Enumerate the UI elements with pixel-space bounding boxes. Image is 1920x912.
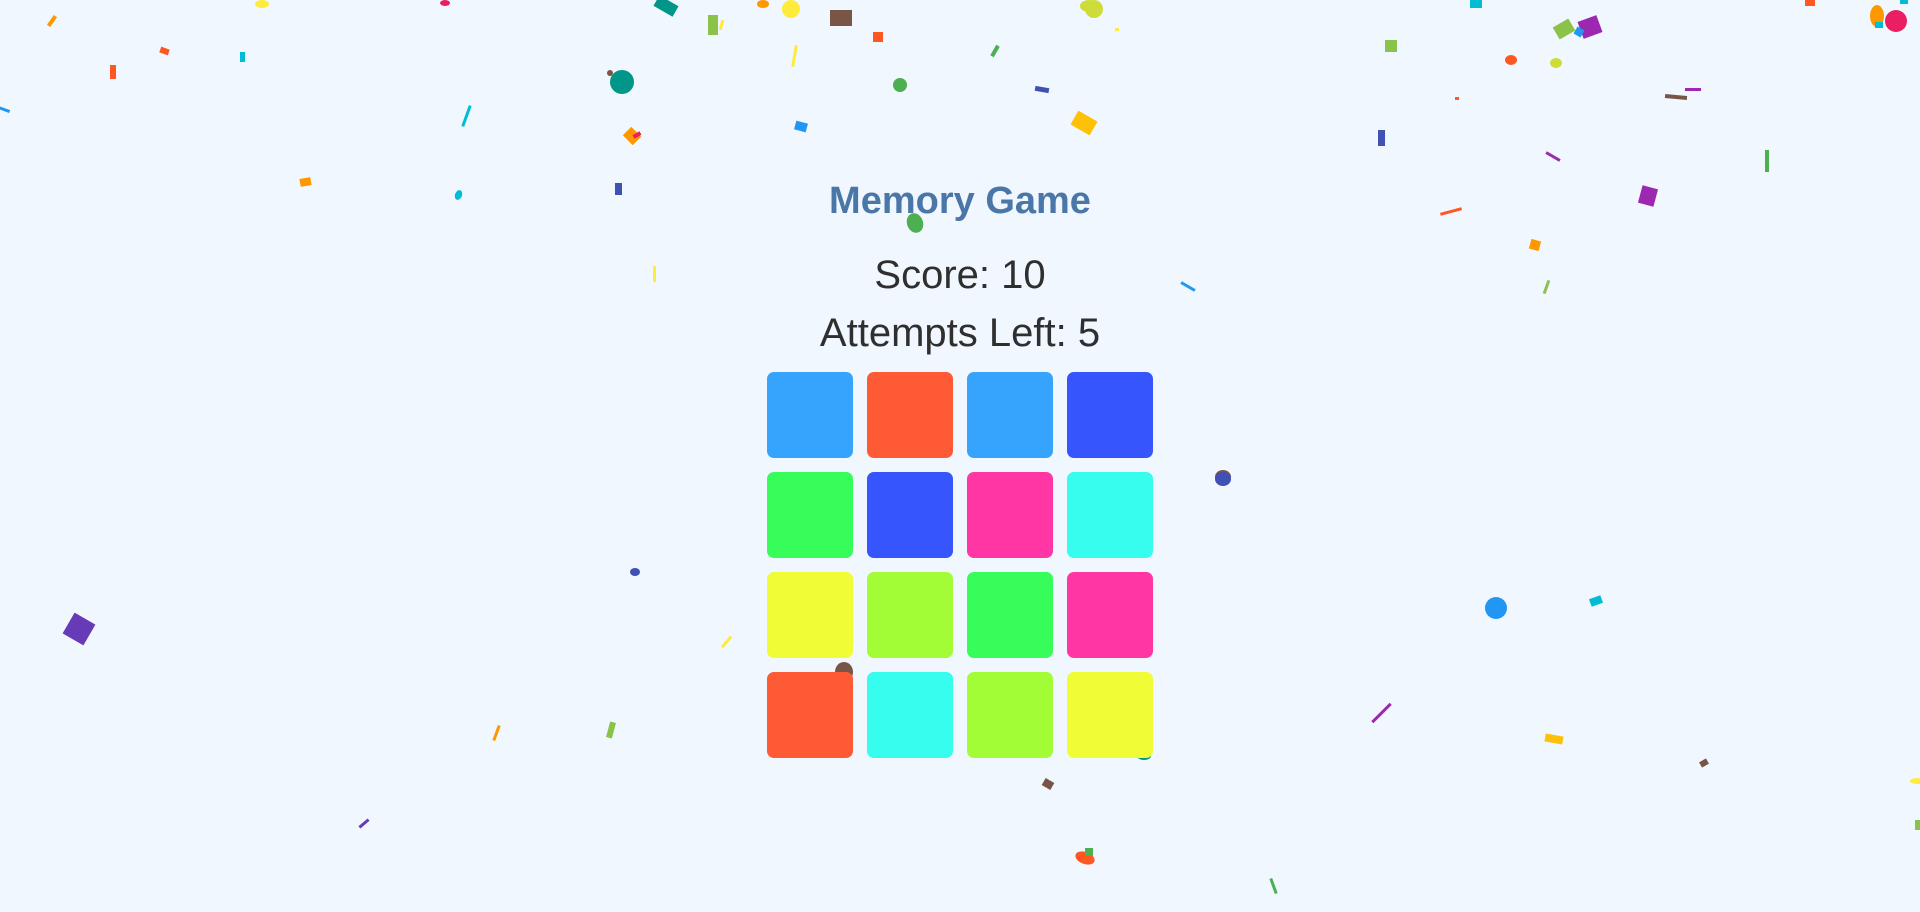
- confetti-piece: [630, 568, 640, 576]
- score-display: Score: 10: [874, 253, 1046, 297]
- confetti-piece: [1371, 702, 1392, 724]
- confetti-piece: [1765, 150, 1769, 172]
- confetti-piece: [632, 131, 642, 139]
- confetti-piece: [1115, 28, 1119, 31]
- confetti-piece: [1577, 15, 1603, 39]
- confetti-piece: [240, 52, 245, 62]
- memory-card[interactable]: [967, 572, 1053, 658]
- confetti-piece: [358, 818, 370, 829]
- confetti-piece: [1085, 848, 1093, 856]
- confetti-piece: [159, 46, 170, 56]
- memory-card[interactable]: [867, 672, 953, 758]
- confetti-piece: [1034, 85, 1050, 94]
- memory-card[interactable]: [967, 672, 1053, 758]
- confetti-piece: [1528, 238, 1542, 252]
- memory-card[interactable]: [867, 572, 953, 658]
- confetti-piece: [1385, 40, 1397, 52]
- memory-card[interactable]: [1067, 672, 1153, 758]
- confetti-piece: [757, 0, 769, 8]
- confetti-piece: [1085, 0, 1103, 18]
- memory-card[interactable]: [767, 372, 853, 458]
- confetti-piece: [1455, 97, 1459, 100]
- confetti-piece: [1915, 820, 1920, 830]
- confetti-piece: [1041, 778, 1055, 790]
- memory-card[interactable]: [767, 472, 853, 558]
- confetti-piece: [1505, 55, 1517, 65]
- memory-card[interactable]: [1067, 572, 1153, 658]
- confetti-piece: [1470, 0, 1482, 8]
- memory-card[interactable]: [1067, 372, 1153, 458]
- memory-card[interactable]: [767, 572, 853, 658]
- confetti-piece: [990, 44, 1000, 58]
- confetti-piece: [46, 14, 58, 28]
- confetti-piece: [1910, 778, 1920, 784]
- confetti-piece: [255, 0, 269, 8]
- memory-card[interactable]: [867, 372, 953, 458]
- confetti-piece: [0, 106, 11, 113]
- confetti-piece: [1545, 151, 1561, 162]
- confetti-piece: [1552, 18, 1576, 40]
- game-title: Memory Game: [829, 180, 1091, 222]
- confetti-piece: [1664, 94, 1688, 100]
- confetti-piece: [1699, 758, 1709, 768]
- memory-card[interactable]: [967, 472, 1053, 558]
- confetti-piece: [62, 612, 96, 646]
- memory-card[interactable]: [867, 472, 953, 558]
- confetti-piece: [1900, 0, 1908, 4]
- confetti-piece: [1685, 88, 1701, 91]
- confetti-piece: [893, 78, 907, 92]
- attempts-left-display: Attempts Left: 5: [819, 311, 1101, 355]
- confetti-piece: [440, 0, 450, 6]
- memory-card[interactable]: [767, 672, 853, 758]
- confetti-piece: [1378, 130, 1385, 146]
- confetti-piece: [653, 0, 679, 17]
- confetti-piece: [1550, 58, 1562, 68]
- confetti-piece: [791, 44, 798, 68]
- game-screen: Memory Game Score: 10 Attempts Left: 5: [0, 0, 1920, 912]
- confetti-piece: [782, 0, 800, 18]
- confetti-piece: [606, 721, 616, 739]
- confetti-piece: [708, 15, 718, 35]
- confetti-piece: [1215, 470, 1231, 484]
- confetti-piece: [1805, 0, 1815, 6]
- confetti-piece: [1875, 22, 1883, 28]
- confetti-piece: [794, 120, 808, 133]
- memory-card[interactable]: [967, 372, 1053, 458]
- confetti-piece: [1544, 733, 1564, 745]
- confetti-piece: [1269, 877, 1278, 895]
- confetti-piece: [1588, 595, 1604, 607]
- confetti-piece: [1485, 597, 1507, 619]
- confetti-piece: [110, 65, 116, 79]
- confetti-piece: [1885, 10, 1907, 32]
- memory-card[interactable]: [1067, 472, 1153, 558]
- confetti-piece: [873, 32, 883, 42]
- confetti-piece: [622, 126, 642, 146]
- confetti-piece: [720, 635, 733, 649]
- confetti-piece: [1070, 110, 1098, 136]
- confetti-piece: [492, 724, 501, 742]
- confetti-piece: [1073, 848, 1097, 868]
- confetti-piece: [1080, 0, 1098, 12]
- confetti-piece: [1215, 472, 1231, 486]
- confetti-piece: [461, 105, 472, 127]
- confetti-piece: [607, 70, 613, 76]
- confetti-piece: [1573, 26, 1585, 38]
- confetti-piece: [1870, 5, 1884, 27]
- confetti-piece: [830, 10, 852, 26]
- confetti-piece: [718, 19, 725, 31]
- card-grid: [767, 372, 1153, 758]
- confetti-piece: [610, 70, 634, 94]
